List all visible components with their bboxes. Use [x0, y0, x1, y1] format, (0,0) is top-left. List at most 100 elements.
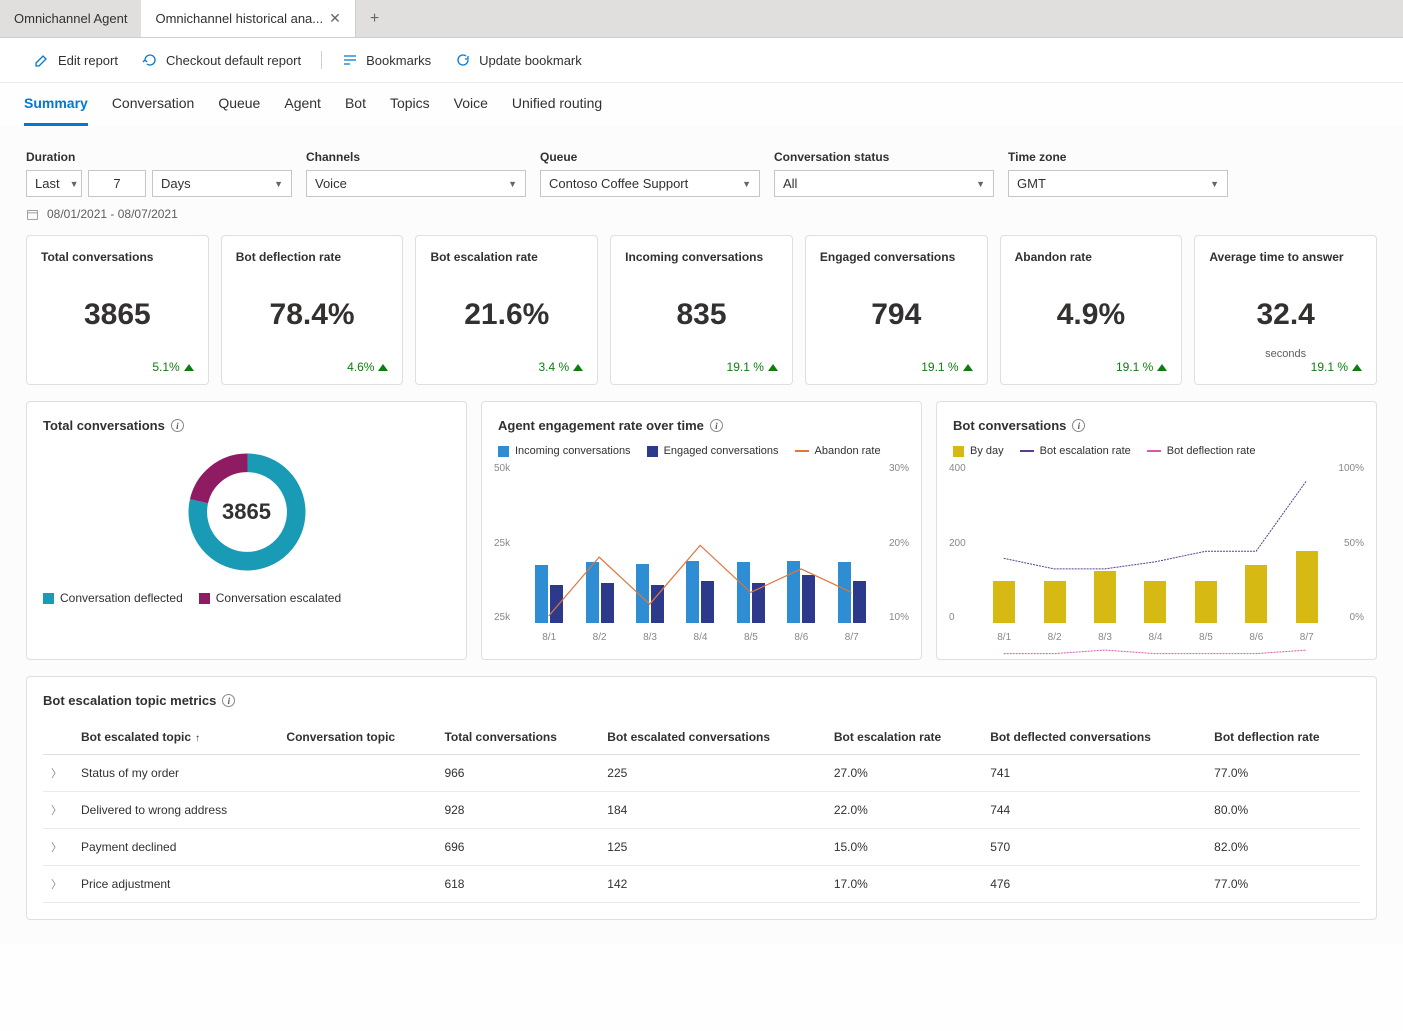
- cell-def-conv: 570: [982, 829, 1206, 866]
- line-swatch-icon: [1020, 450, 1034, 452]
- filter-timezone: Time zone GMT▼: [1008, 150, 1228, 197]
- chevron-down-icon: ▼: [742, 179, 751, 189]
- close-icon[interactable]: ✕: [329, 10, 341, 27]
- edit-report-button[interactable]: Edit report: [24, 48, 128, 72]
- xtick: 8/4: [1149, 632, 1163, 643]
- update-bookmark-button[interactable]: Update bookmark: [445, 48, 592, 72]
- expand-row-icon[interactable]: 〉: [51, 879, 62, 891]
- update-label: Update bookmark: [479, 53, 582, 68]
- info-icon[interactable]: i: [1072, 419, 1085, 432]
- xtick: 8/5: [1199, 632, 1213, 643]
- checkout-default-button[interactable]: Checkout default report: [132, 48, 311, 72]
- expand-row-icon[interactable]: 〉: [51, 842, 62, 854]
- filter-duration: Duration Last▼ 7 Days▼: [26, 150, 292, 197]
- duration-unit-select[interactable]: Days▼: [152, 170, 292, 197]
- th-esc-rate[interactable]: Bot escalation rate: [826, 720, 982, 755]
- add-tab-button[interactable]: +: [356, 10, 393, 28]
- cell-def-rate: 80.0%: [1206, 792, 1360, 829]
- ytick: 50%: [1338, 538, 1364, 549]
- tab-bar: Omnichannel Agent Omnichannel historical…: [0, 0, 1403, 38]
- subnav-agent[interactable]: Agent: [284, 83, 321, 126]
- subnav-conversation[interactable]: Conversation: [112, 83, 195, 126]
- bookmarks-button[interactable]: Bookmarks: [332, 48, 441, 72]
- subnav-bot[interactable]: Bot: [345, 83, 366, 126]
- th-total[interactable]: Total conversations: [436, 720, 599, 755]
- swatch-icon: [498, 446, 509, 457]
- subnav-summary[interactable]: Summary: [24, 83, 88, 126]
- toolbar: Edit report Checkout default report Book…: [0, 38, 1403, 83]
- bar-group: [837, 562, 867, 623]
- xtick: 8/7: [1300, 632, 1314, 643]
- bar-incoming: [737, 562, 750, 623]
- cell-topic: Price adjustment: [73, 866, 278, 903]
- th-topic[interactable]: Bot escalated topic↑: [73, 720, 278, 755]
- bar-engaged: [853, 581, 866, 623]
- donut-panel-title: Total conversations i: [43, 418, 450, 433]
- bar-byday: [1044, 581, 1066, 623]
- ytick: 10%: [889, 612, 909, 623]
- tab-label: Omnichannel Agent: [14, 11, 127, 26]
- table-scroll[interactable]: Bot escalated topic↑ Conversation topic …: [43, 720, 1360, 903]
- table-row: 〉 Delivered to wrong address 928 184 22.…: [43, 792, 1360, 829]
- duration-n-value: 7: [113, 176, 120, 191]
- cell-esc-rate: 22.0%: [826, 792, 982, 829]
- info-icon[interactable]: i: [222, 694, 235, 707]
- th-expand: [43, 720, 73, 755]
- legend-escrate-label: Bot escalation rate: [1040, 445, 1131, 457]
- duration-mode-select[interactable]: Last▼: [26, 170, 82, 197]
- th-conv-topic[interactable]: Conversation topic: [278, 720, 436, 755]
- subnav-topics[interactable]: Topics: [390, 83, 430, 126]
- status-select[interactable]: All▼: [774, 170, 994, 197]
- legend-byday: By day: [953, 445, 1004, 457]
- kpi-title: Average time to answer: [1209, 250, 1362, 280]
- engagement-title: Agent engagement rate over timei: [498, 418, 905, 433]
- xtick: 8/2: [1048, 632, 1062, 643]
- cell-esc-rate: 17.0%: [826, 866, 982, 903]
- trend-up-icon: [378, 364, 388, 371]
- tz-select[interactable]: GMT▼: [1008, 170, 1228, 197]
- cell-def-conv: 744: [982, 792, 1206, 829]
- info-icon[interactable]: i: [710, 419, 723, 432]
- bar-engaged: [701, 581, 714, 623]
- channels-select[interactable]: Voice▼: [306, 170, 526, 197]
- bar-group: [585, 562, 615, 623]
- kpi-sub: seconds: [1209, 348, 1362, 360]
- kpi-card: Engaged conversations 794 19.1 %: [805, 235, 988, 385]
- th-esc-conv[interactable]: Bot escalated conversations: [599, 720, 826, 755]
- kpi-delta: 19.1 %: [625, 360, 778, 374]
- filters: Duration Last▼ 7 Days▼ Channels Voice▼ Q…: [26, 150, 1377, 197]
- trend-up-icon: [1352, 364, 1362, 371]
- bot-title-text: Bot conversations: [953, 418, 1066, 433]
- tab-omnichannel-agent[interactable]: Omnichannel Agent: [0, 0, 141, 37]
- refresh-icon: [142, 52, 158, 68]
- tz-value: GMT: [1017, 176, 1046, 191]
- th-def-rate[interactable]: Bot deflection rate: [1206, 720, 1360, 755]
- queue-select[interactable]: Contoso Coffee Support▼: [540, 170, 760, 197]
- edit-report-label: Edit report: [58, 53, 118, 68]
- th-def-conv[interactable]: Bot deflected conversations: [982, 720, 1206, 755]
- cell-topic: Status of my order: [73, 755, 278, 792]
- bar-engaged: [550, 585, 563, 623]
- bar-byday: [993, 581, 1015, 623]
- bar-byday: [1144, 581, 1166, 623]
- subnav-queue[interactable]: Queue: [218, 83, 260, 126]
- bar-group: [534, 565, 564, 623]
- kpi-delta: 19.1 %: [1015, 360, 1168, 374]
- xtick: 8/3: [643, 632, 657, 643]
- expand-row-icon[interactable]: 〉: [51, 768, 62, 780]
- bar-incoming: [586, 562, 599, 623]
- subnav-voice[interactable]: Voice: [454, 83, 488, 126]
- ytick: 25k: [494, 538, 510, 549]
- info-icon[interactable]: i: [171, 419, 184, 432]
- kpi-value: 32.4: [1209, 298, 1362, 352]
- donut-title-text: Total conversations: [43, 418, 165, 433]
- ytick: 200: [949, 538, 966, 549]
- cell-conv-topic: [278, 755, 436, 792]
- bot-legend: By day Bot escalation rate Bot deflectio…: [953, 445, 1360, 457]
- trend-up-icon: [963, 364, 973, 371]
- expand-row-icon[interactable]: 〉: [51, 805, 62, 817]
- subnav-unified-routing[interactable]: Unified routing: [512, 83, 602, 126]
- duration-n-input[interactable]: 7: [88, 170, 146, 197]
- filter-status: Conversation status All▼: [774, 150, 994, 197]
- tab-omnichannel-historical[interactable]: Omnichannel historical ana... ✕: [141, 0, 355, 37]
